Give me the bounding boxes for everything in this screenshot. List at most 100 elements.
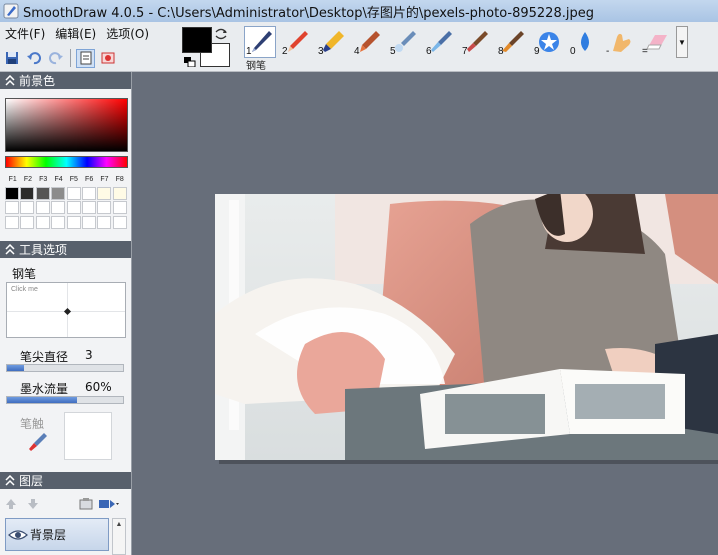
tip-diameter-slider[interactable] <box>6 364 124 372</box>
palette-color-cell[interactable] <box>5 215 19 229</box>
brush-brush[interactable]: 8 <box>496 26 528 58</box>
f-key-label: F7 <box>100 176 109 183</box>
palette-color-cell[interactable] <box>51 201 66 215</box>
f-key-label: F8 <box>115 176 124 183</box>
palette-color-cell[interactable] <box>20 215 35 229</box>
f-key-label: F4 <box>54 176 63 183</box>
palette-color-cell[interactable] <box>66 215 81 229</box>
window-title: SmoothDraw 4.0.5 - C:\Users\Administrato… <box>23 5 594 21</box>
menu-options[interactable]: 选项(O) <box>101 24 154 43</box>
hue-slider[interactable] <box>5 156 128 168</box>
undo-button[interactable] <box>24 49 43 68</box>
image-button[interactable] <box>98 49 117 68</box>
brush-number: 8 <box>498 46 504 57</box>
move-layer-down-icon[interactable] <box>26 497 40 511</box>
palette-color-cell[interactable] <box>35 187 50 200</box>
brush-star[interactable]: 9 <box>532 26 564 58</box>
add-layer-icon[interactable] <box>98 497 120 511</box>
brush-eraser[interactable]: = <box>640 26 672 58</box>
brush-preview-pad[interactable]: Click me <box>6 282 126 338</box>
redo-button[interactable] <box>46 49 65 68</box>
canvas-area[interactable] <box>133 72 718 555</box>
palette-color-cell[interactable] <box>35 201 50 215</box>
palette-color-cell[interactable] <box>97 187 112 200</box>
star-icon <box>539 32 559 52</box>
brush-icon[interactable] <box>28 432 48 452</box>
canvas-image[interactable] <box>215 194 718 460</box>
palette-color-cell[interactable] <box>81 187 96 200</box>
palette-color-cell[interactable] <box>112 215 127 229</box>
brush-pen[interactable]: 1 <box>244 26 276 58</box>
eraser-icon <box>646 35 667 50</box>
smudge-label: 笔触 <box>20 417 45 431</box>
palette-color-cell[interactable] <box>66 187 81 200</box>
layer-properties-icon[interactable] <box>78 497 94 511</box>
brush-marker[interactable]: 3 <box>316 26 348 58</box>
color-swatch <box>182 27 232 69</box>
page-icon <box>80 51 91 65</box>
airbrush-icon <box>395 31 416 52</box>
palette-color-cell[interactable] <box>112 187 127 200</box>
palette-color-cell[interactable] <box>5 201 19 215</box>
slider-fill <box>7 397 77 403</box>
section-title: 图层 <box>19 474 44 488</box>
brush-paintbrush[interactable]: 7 <box>460 26 492 58</box>
layers-header[interactable]: 图层 <box>0 472 131 489</box>
palette-color-cell[interactable] <box>112 201 127 215</box>
tip-diameter-value: 3 <box>85 348 93 362</box>
palette-color-cell[interactable] <box>51 187 66 200</box>
menu-file[interactable]: 文件(F) <box>0 24 50 43</box>
foreground-color-header[interactable]: 前景色 <box>0 72 131 89</box>
brush-toolbar: 1 2 3 4 5 6 7 8 9 0 - = <box>244 26 676 70</box>
save-button[interactable] <box>2 49 21 68</box>
palette-color-cell[interactable] <box>97 201 112 215</box>
brush-number: 7 <box>462 46 468 57</box>
color-picker-square[interactable] <box>5 98 128 152</box>
palette-color-cell[interactable] <box>35 215 50 229</box>
chevron-down-icon: ▼ <box>678 37 686 47</box>
paintbrush-icon <box>467 31 488 52</box>
menu-bar: 文件(F) 编辑(E) 选项(O) <box>0 22 154 44</box>
layer-item[interactable]: 背景层 <box>5 518 109 551</box>
palette-color-cell[interactable] <box>81 215 96 229</box>
left-panel: 前景色 F1 F2 F3 F4 F5 F6 F7 F8 工具选项 钢笔 Clic… <box>0 72 132 555</box>
brush-number: 1 <box>246 46 252 57</box>
title-bar: SmoothDraw 4.0.5 - C:\Users\Administrato… <box>0 0 718 22</box>
water-drop-icon <box>581 32 589 51</box>
brush-number: 4 <box>354 46 360 57</box>
move-layer-up-icon[interactable] <box>4 497 18 511</box>
section-title: 前景色 <box>19 74 56 88</box>
function-key-labels: F1 F2 F3 F4 F5 F6 F7 F8 <box>5 176 128 183</box>
f-key-label: F2 <box>23 176 33 183</box>
palette-color-cell[interactable] <box>97 215 112 229</box>
quick-toolbar <box>2 47 117 69</box>
palette-color-cell[interactable] <box>81 201 96 215</box>
brush-pencil[interactable]: 2 <box>280 26 312 58</box>
brush-dropdown-button[interactable]: ▼ <box>676 26 688 58</box>
marker-icon <box>323 31 344 52</box>
brush-tip-dot <box>63 307 72 316</box>
eye-icon[interactable] <box>8 528 28 542</box>
tool-options-header[interactable]: 工具选项 <box>0 241 131 258</box>
layer-scrollbar[interactable]: ▲ <box>112 518 126 555</box>
collapse-icon <box>5 243 15 255</box>
reset-colors-icon[interactable] <box>184 57 196 67</box>
save-icon <box>5 52 18 64</box>
f-key-label: F6 <box>85 176 94 183</box>
foreground-color[interactable] <box>182 27 212 53</box>
brush-spray[interactable]: 6 <box>424 26 456 58</box>
palette-color-cell[interactable] <box>5 187 19 200</box>
brush-crayon[interactable]: 4 <box>352 26 384 58</box>
palette-color-cell[interactable] <box>20 187 35 200</box>
brush-airbrush[interactable]: 5 <box>388 26 420 58</box>
menu-edit[interactable]: 编辑(E) <box>50 24 101 43</box>
palette-color-cell[interactable] <box>66 201 81 215</box>
brush-smudge[interactable]: - <box>604 26 636 58</box>
page-button[interactable] <box>76 48 95 68</box>
palette-color-cell[interactable] <box>20 201 35 215</box>
brush-water[interactable]: 0 <box>568 26 600 58</box>
brush-number: 2 <box>282 46 288 57</box>
swap-colors-icon[interactable] <box>214 28 228 40</box>
ink-flow-slider[interactable] <box>6 396 124 404</box>
palette-color-cell[interactable] <box>51 215 66 229</box>
